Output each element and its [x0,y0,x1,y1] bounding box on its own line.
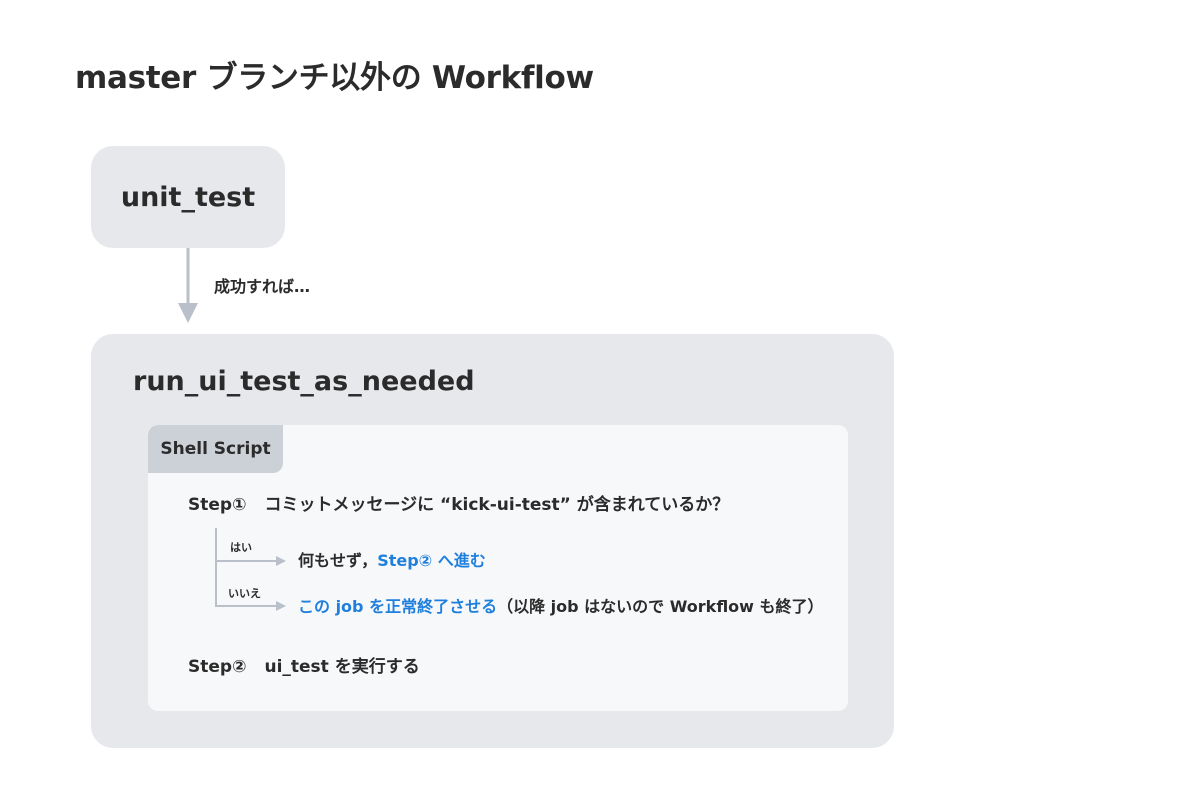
step-question: コミットメッセージに “kick-ui-test” が含まれているか？ [264,495,730,515]
step-text: ui_test を実行する [264,657,420,677]
down-arrow-icon [178,248,198,323]
job-box-unit-test: unit_test [91,146,285,248]
yes-label: はい [230,541,252,554]
yes-branch-text: 何もせず，Step② へ進む [298,549,486,573]
page-title: master ブランチ以外の Workflow [75,60,594,96]
step-number: Step① [188,495,247,515]
step-2: Step② ui_test を実行する [188,654,420,680]
job-name: unit_test [120,181,256,213]
job-name: run_ui_test_as_needed [133,366,475,397]
shell-script-card: Shell Script Step① コミットメッセージに “kick-ui-te… [148,425,848,711]
no-plain-text: （以降 job はないので Workflow も終了） [497,597,824,616]
yes-plain-text: 何もせず， [298,551,378,570]
yes-accent-text: Step② へ進む [377,551,486,570]
job-panel-run-ui-test: run_ui_test_as_needed Shell Script Step①… [91,334,894,748]
step-number: Step② [188,657,247,677]
script-tab: Shell Script [148,425,283,473]
no-accent-text: この job を正常終了させる [298,597,498,616]
step-1: Step① コミットメッセージに “kick-ui-test” が含まれているか？ [188,492,729,518]
connector-label: 成功すれば… [214,277,311,296]
no-label: いいえ [228,587,261,600]
no-branch-text: この job を正常終了させる（以降 job はないので Workflow も終… [298,595,824,619]
